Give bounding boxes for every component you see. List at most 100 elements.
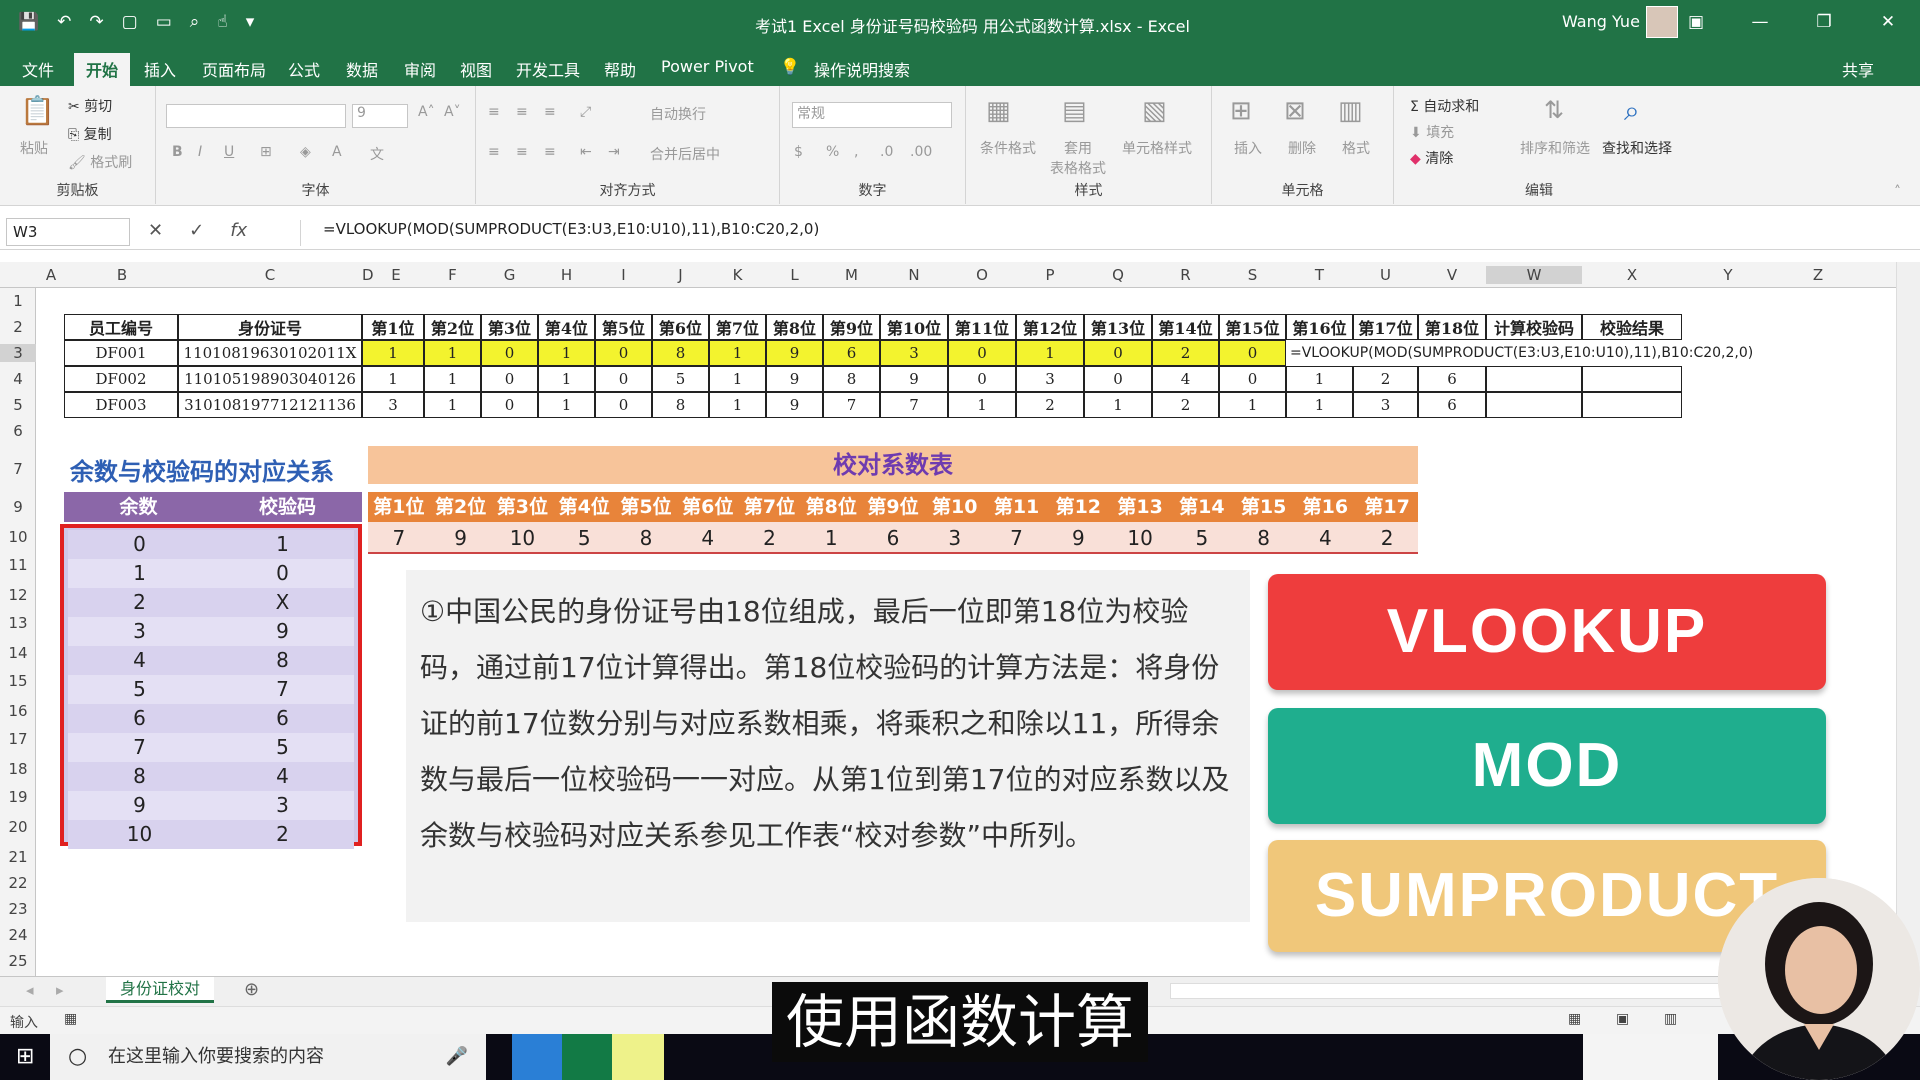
phonetic-icon[interactable]: 文: [370, 144, 384, 164]
lookup-row[interactable]: 10: [68, 559, 354, 588]
table-header-cell[interactable]: 校验结果: [1582, 314, 1682, 340]
column-header[interactable]: Y: [1682, 266, 1774, 284]
coefficient-value-cell[interactable]: 1: [800, 522, 862, 552]
format-cells-button[interactable]: 格式: [1342, 138, 1370, 158]
table-header-cell[interactable]: 第3位: [481, 314, 538, 340]
digit-cell[interactable]: 0: [481, 366, 538, 392]
enter-icon[interactable]: ✓: [189, 220, 204, 241]
digit-cell[interactable]: 9: [880, 366, 948, 392]
digit-cell[interactable]: 7: [823, 392, 880, 418]
coefficient-header-cell[interactable]: 第7位: [739, 492, 801, 522]
column-header[interactable]: A: [36, 266, 66, 284]
id-number-cell[interactable]: 110105198903040126: [178, 366, 362, 392]
digit-cell[interactable]: 4: [1152, 366, 1219, 392]
customize-toolbar-icon[interactable]: ▾: [246, 12, 255, 32]
coefficient-header-cell[interactable]: 第16位: [1294, 492, 1356, 548]
next-sheet-icon[interactable]: ▸: [56, 981, 64, 999]
digit-cell[interactable]: 0: [595, 340, 652, 366]
coefficient-value-cell[interactable]: 10: [1109, 522, 1171, 552]
remainder-cell[interactable]: 8: [68, 762, 211, 791]
coefficient-value-cell[interactable]: 9: [430, 522, 492, 552]
lookup-row[interactable]: 84: [68, 762, 354, 791]
search-icon[interactable]: ⌕: [1624, 94, 1640, 128]
column-header[interactable]: K: [709, 266, 766, 284]
table-header-cell[interactable]: 员工编号: [64, 314, 178, 340]
employee-id-cell[interactable]: DF001: [64, 340, 178, 366]
tab-power-pivot[interactable]: Power Pivot: [661, 57, 754, 76]
column-header[interactable]: N: [880, 266, 948, 284]
digit-cell[interactable]: 8: [652, 340, 709, 366]
digit-cell[interactable]: 6: [1418, 366, 1486, 392]
digit-cell[interactable]: 1: [1219, 392, 1286, 418]
digit-cell[interactable]: 1: [709, 366, 766, 392]
coefficient-header-cell[interactable]: 第15位: [1233, 492, 1295, 548]
remainder-cell[interactable]: 4: [68, 646, 211, 675]
align-middle-icon[interactable]: ≡: [516, 104, 528, 120]
remainder-cell[interactable]: 2: [68, 588, 211, 617]
fill-color-icon[interactable]: ◈: [300, 144, 311, 160]
column-header[interactable]: T: [1286, 266, 1353, 284]
checkcode-cell[interactable]: 0: [211, 559, 354, 588]
column-header[interactable]: W: [1486, 266, 1582, 284]
coefficient-header-cell[interactable]: 第12位: [1047, 492, 1109, 548]
row-header[interactable]: 2: [0, 318, 36, 336]
digit-cell[interactable]: 0: [595, 392, 652, 418]
percent-icon[interactable]: %: [826, 144, 839, 160]
row-header[interactable]: 15: [0, 672, 36, 690]
remainder-lookup-table[interactable]: 0 1 1 0 2 X 3 9 4 8 5 7 6 6 7 5 8 4 9 3 10 2: [60, 524, 362, 849]
checkcode-cell[interactable]: 1: [211, 530, 354, 559]
digit-cell[interactable]: 1: [362, 366, 424, 392]
table-format-button[interactable]: 套用 表格格式: [1050, 138, 1106, 178]
row-header[interactable]: 7: [0, 460, 36, 478]
table-header-cell[interactable]: 第12位: [1016, 314, 1084, 340]
table-header-cell[interactable]: 第7位: [709, 314, 766, 340]
shrink-font-icon[interactable]: A˅: [444, 104, 461, 120]
font-color-icon[interactable]: A: [332, 144, 342, 160]
row-header[interactable]: 24: [0, 926, 36, 944]
remainder-cell[interactable]: 0: [68, 530, 211, 559]
id-number-cell[interactable]: 11010819630102011X: [178, 340, 362, 366]
row-header[interactable]: 21: [0, 848, 36, 866]
checkcode-cell[interactable]: 9: [211, 617, 354, 646]
autosum-button[interactable]: Σ 自动求和: [1410, 96, 1479, 116]
coefficient-value-cell[interactable]: 8: [1233, 522, 1295, 552]
undo-icon[interactable]: ↶: [57, 12, 71, 32]
column-header[interactable]: F: [424, 266, 481, 284]
column-header[interactable]: J: [652, 266, 709, 284]
check-result-cell[interactable]: [1582, 392, 1682, 418]
digit-cell[interactable]: 0: [1219, 340, 1286, 366]
coefficient-value-cell[interactable]: 4: [677, 522, 739, 552]
coefficient-value-cell[interactable]: 6: [862, 522, 924, 552]
digit-cell[interactable]: 3: [880, 340, 948, 366]
lookup-row[interactable]: 48: [68, 646, 354, 675]
coefficient-header-cell[interactable]: 第9位: [862, 492, 924, 522]
delete-cells-button[interactable]: 删除: [1288, 138, 1316, 158]
cell-styles-button[interactable]: 单元格样式: [1122, 138, 1192, 158]
tab-insert[interactable]: 插入: [144, 57, 176, 81]
lookup-row[interactable]: 66: [68, 704, 354, 733]
table-header-cell[interactable]: 第17位: [1353, 314, 1418, 340]
row-header[interactable]: 6: [0, 422, 36, 440]
remainder-cell[interactable]: 7: [68, 733, 211, 762]
paste-icon[interactable]: 📋: [20, 94, 55, 127]
digit-cell[interactable]: 3: [1353, 392, 1418, 418]
fill-button[interactable]: ⬇ 填充: [1410, 122, 1454, 142]
table-header-cell[interactable]: 第5位: [595, 314, 652, 340]
digit-cell[interactable]: 0: [948, 366, 1016, 392]
row-header[interactable]: 19: [0, 788, 36, 806]
check-code-cell[interactable]: [1486, 392, 1582, 418]
column-header[interactable]: R: [1152, 266, 1219, 284]
employee-id-cell[interactable]: DF002: [64, 366, 178, 392]
digit-cell[interactable]: 1: [709, 392, 766, 418]
table-header-cell[interactable]: 计算校验码: [1486, 314, 1582, 340]
name-box[interactable]: W3: [6, 218, 130, 246]
active-cell-editor[interactable]: =VLOOKUP(MOD(SUMPRODUCT(E3:U3,E10:U10),1…: [1286, 340, 1770, 366]
row-header[interactable]: 3: [0, 344, 36, 362]
table-header-cell[interactable]: 第13位: [1084, 314, 1152, 340]
column-header[interactable]: V: [1418, 266, 1486, 284]
digit-cell[interactable]: 1: [538, 340, 595, 366]
digit-cell[interactable]: 3: [362, 392, 424, 418]
tab-review[interactable]: 审阅: [404, 57, 436, 81]
coefficient-header-cell[interactable]: 第6位: [677, 492, 739, 522]
coefficient-header-cell[interactable]: 第4位: [553, 492, 615, 522]
